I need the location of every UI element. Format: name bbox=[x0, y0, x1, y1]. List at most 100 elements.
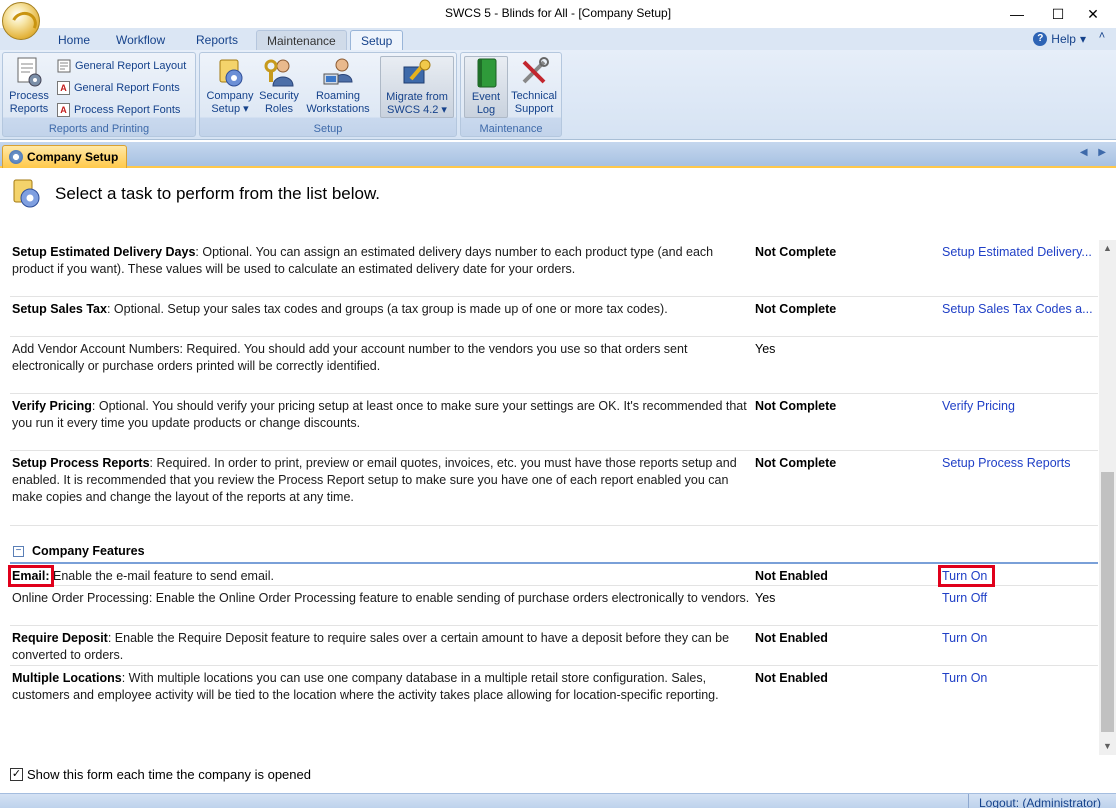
document-tab-strip: Company Setup ◀ ▶ bbox=[0, 142, 1116, 168]
help-label: Help bbox=[1051, 32, 1076, 46]
collapse-section-icon[interactable]: − bbox=[13, 546, 24, 557]
tab-reports[interactable]: Reports bbox=[186, 30, 248, 50]
security-roles-button[interactable]: Security Roles bbox=[258, 56, 300, 116]
feature-status: Not Enabled bbox=[755, 569, 828, 583]
task-title: Setup Sales Tax bbox=[12, 302, 107, 316]
setup-process-reports-link[interactable]: Setup Process Reports bbox=[942, 455, 1098, 472]
close-button[interactable]: ✕ bbox=[1070, 0, 1116, 28]
company-setup-tab-icon bbox=[9, 150, 23, 164]
company-setup-button[interactable]: Company Setup ▾ bbox=[203, 56, 257, 116]
process-report-fonts-button[interactable]: A Process Report Fonts bbox=[57, 101, 180, 119]
vertical-scrollbar[interactable]: ▲ ▼ bbox=[1099, 240, 1116, 755]
process-reports-button[interactable]: Process Reports bbox=[5, 56, 53, 116]
migrate-button[interactable]: Migrate from SWCS 4.2 ▾ bbox=[380, 56, 454, 118]
section-title: Company Features bbox=[32, 544, 145, 558]
technical-support-button[interactable]: Technical Support bbox=[509, 56, 559, 116]
tab-setup[interactable]: Setup bbox=[350, 30, 404, 50]
title-bar: SWCS 5 - Blinds for All - [Company Setup… bbox=[0, 0, 1116, 40]
show-form-checkbox[interactable]: ✓ bbox=[10, 768, 23, 781]
verify-pricing-link[interactable]: Verify Pricing bbox=[942, 398, 1098, 415]
group-label-maintenance: Maintenance bbox=[479, 123, 543, 135]
tab-nav-arrows[interactable]: ◀ ▶ bbox=[1080, 147, 1110, 158]
feature-description: Require Deposit: Enable the Require Depo… bbox=[12, 630, 752, 664]
company-setup-gear-icon bbox=[10, 178, 42, 210]
feature-row-multiple-locations: Multiple Locations: With multiple locati… bbox=[10, 666, 1098, 726]
require-deposit-turn-on-link[interactable]: Turn On bbox=[942, 630, 1098, 647]
task-status: Not Complete bbox=[755, 302, 837, 316]
task-row-verify-pricing: Verify Pricing : Optional. You should ver… bbox=[10, 394, 1098, 451]
task-title: Setup Process Reports bbox=[12, 456, 150, 470]
scroll-up-icon[interactable]: ▲ bbox=[1099, 240, 1116, 257]
general-report-fonts-label: General Report Fonts bbox=[74, 82, 180, 94]
scroll-thumb[interactable] bbox=[1101, 472, 1114, 732]
task-row-vendor-accounts: Add Vendor Account Numbers: Required. Yo… bbox=[10, 337, 1098, 394]
task-text: : Optional. Setup your sales tax codes a… bbox=[106, 302, 668, 316]
feature-row-require-deposit: Require Deposit: Enable the Require Depo… bbox=[10, 626, 1098, 666]
task-list: Setup Estimated Delivery Days : Optional.… bbox=[0, 240, 1100, 755]
event-log-label: Event Log bbox=[471, 91, 501, 116]
task-title: Setup Estimated Delivery Days bbox=[12, 245, 196, 259]
feature-title: Require Deposit bbox=[12, 631, 108, 645]
email-turn-on-link[interactable]: Turn On bbox=[937, 565, 1098, 587]
event-log-button[interactable]: Event Log bbox=[464, 56, 508, 118]
setup-estimated-delivery-link[interactable]: Setup Estimated Delivery... bbox=[942, 244, 1098, 261]
task-description: Verify Pricing: Optional. You should ver… bbox=[12, 398, 752, 432]
minimize-ribbon-button[interactable]: ˄ bbox=[1092, 30, 1112, 42]
font-icon: A bbox=[57, 81, 70, 95]
help-icon: ? bbox=[1033, 32, 1048, 46]
feature-status: Not Enabled bbox=[755, 671, 828, 685]
task-header: Select a task to perform from the list b… bbox=[0, 170, 1116, 220]
security-roles-icon bbox=[263, 56, 295, 88]
report-layout-icon bbox=[57, 59, 71, 73]
logout-status[interactable]: Logout: (Administrator) bbox=[968, 794, 1107, 808]
migrate-label: Migrate from SWCS 4.2 ▾ bbox=[386, 91, 448, 116]
window-title: SWCS 5 - Blinds for All - [Company Setup… bbox=[444, 6, 672, 20]
roaming-workstations-icon bbox=[322, 56, 354, 88]
process-report-fonts-label: Process Report Fonts bbox=[74, 104, 181, 116]
feature-title-email: Email: bbox=[8, 565, 54, 587]
task-description: Setup Process Reports: Required. In orde… bbox=[12, 455, 752, 506]
feature-text: : Enable the Require Deposit feature to … bbox=[12, 631, 730, 662]
multiple-locations-turn-on-link[interactable]: Turn On bbox=[942, 670, 1098, 687]
minimize-button[interactable]: — bbox=[994, 0, 1040, 28]
group-maintenance: Event Log Technical Support Maintenance bbox=[460, 52, 562, 137]
group-label-reports: Reports and Printing bbox=[48, 123, 150, 135]
general-report-layout-button[interactable]: General Report Layout bbox=[57, 57, 186, 75]
setup-sales-tax-link[interactable]: Setup Sales Tax Codes a... bbox=[942, 301, 1098, 318]
doc-tab-company-setup[interactable]: Company Setup bbox=[2, 145, 128, 168]
group-setup: Company Setup ▾ Security Roles Roaming W… bbox=[199, 52, 457, 137]
feature-description: Online Order Processing: Enable the Onli… bbox=[12, 590, 752, 607]
tab-workflow[interactable]: Workflow bbox=[106, 30, 175, 50]
general-report-layout-label: General Report Layout bbox=[75, 60, 187, 72]
turn-on-label: Turn On bbox=[937, 565, 996, 587]
task-text: : Optional. You should verify your prici… bbox=[12, 399, 747, 430]
technical-support-tools-icon bbox=[518, 56, 550, 88]
company-setup-gear-icon bbox=[214, 56, 246, 88]
tab-home[interactable]: Home bbox=[48, 30, 100, 50]
status-bar: Logout: (Administrator) bbox=[0, 793, 1116, 808]
general-report-fonts-button[interactable]: A General Report Fonts bbox=[57, 79, 180, 97]
task-row-process-reports: Setup Process Reports: Required. In orde… bbox=[10, 451, 1098, 526]
online-ordering-turn-off-link[interactable]: Turn Off bbox=[942, 590, 1098, 607]
task-status: Not Complete bbox=[755, 245, 837, 259]
group-label-setup: Setup bbox=[313, 123, 343, 135]
roaming-workstations-label: Roaming Workstations bbox=[306, 90, 370, 115]
feature-description: Email: Enable the e-mail feature to send… bbox=[8, 565, 752, 587]
task-description: Setup Sales Tax: Optional. Setup your sa… bbox=[12, 301, 752, 318]
roaming-workstations-button[interactable]: Roaming Workstations bbox=[302, 56, 374, 116]
tab-maintenance[interactable]: Maintenance bbox=[256, 30, 347, 50]
process-reports-icon bbox=[13, 56, 45, 88]
task-description: Add Vendor Account Numbers: Required. Yo… bbox=[12, 341, 752, 375]
task-row-sales-tax: Setup Sales Tax: Optional. Setup your sa… bbox=[10, 297, 1098, 337]
help-dropdown-icon: ▾ bbox=[1079, 32, 1086, 46]
show-form-option[interactable]: ✓ Show this form each time the company i… bbox=[10, 767, 311, 782]
task-description: Setup Estimated Delivery Days: Optional.… bbox=[12, 244, 752, 278]
feature-status: Not Enabled bbox=[755, 631, 828, 645]
feature-title: Multiple Locations bbox=[12, 671, 122, 685]
company-features-header: − Company Features bbox=[10, 542, 1098, 564]
migrate-icon bbox=[401, 57, 433, 89]
help-menu[interactable]: ? Help ▾ bbox=[1033, 30, 1086, 48]
scroll-down-icon[interactable]: ▼ bbox=[1099, 738, 1116, 755]
feature-row-online-ordering: Online Order Processing: Enable the Onli… bbox=[10, 586, 1098, 626]
app-menu-orb-icon[interactable] bbox=[2, 2, 40, 40]
